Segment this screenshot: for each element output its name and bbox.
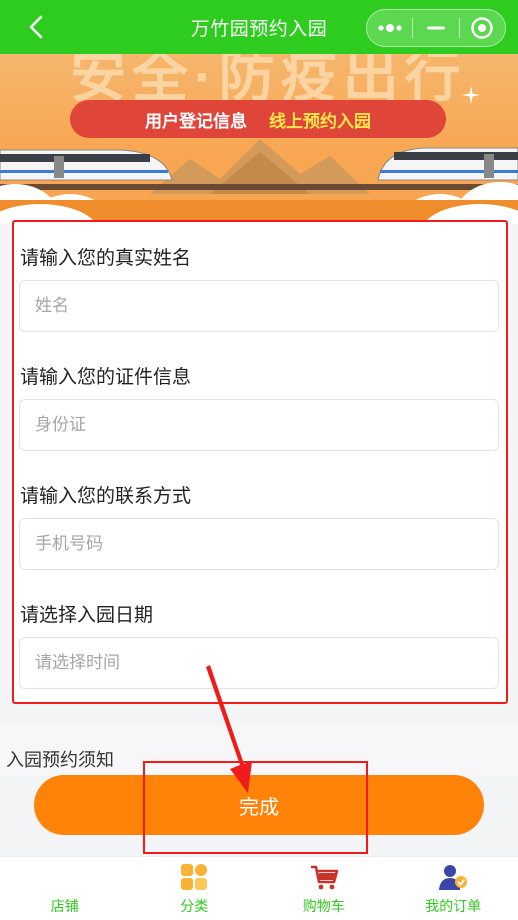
name-label: 请输入您的真实姓名 (20, 248, 192, 269)
tab-label: 我的订单 (425, 898, 482, 914)
close-mini-program-button[interactable] (460, 10, 505, 46)
tab-shop[interactable]: 店铺 (0, 857, 130, 920)
phone-input[interactable] (19, 518, 499, 570)
tab-category[interactable]: 分类 (130, 857, 260, 920)
train-left-illustration (0, 149, 173, 181)
tab-label: 购物车 (302, 898, 345, 914)
hero-banner: 安全·防疫出行 用户登记信息 线上预约入园 (0, 54, 518, 224)
navigation-bar: 万竹园预约入园 (0, 0, 518, 54)
more-menu-button[interactable] (367, 10, 412, 46)
phone-label: 请输入您的联系方式 (20, 486, 192, 507)
tab-label: 分类 (180, 898, 209, 914)
orders-icon (439, 865, 468, 890)
mini-program-capsule (366, 9, 506, 47)
more-dots-icon (378, 24, 402, 32)
category-icon (181, 864, 208, 890)
date-label: 请选择入园日期 (20, 605, 154, 626)
notice-title: 入园预约须知 (6, 750, 114, 770)
id-number-input[interactable] (19, 399, 499, 451)
tab-label: 店铺 (50, 898, 79, 914)
registration-form: 请输入您的真实姓名 请输入您的证件信息 请输入您的联系方式 请选择入园日期 (12, 220, 508, 702)
pill-text-register: 用户登记信息 (145, 111, 247, 131)
target-close-icon (471, 17, 494, 39)
rail-track (0, 184, 518, 190)
minus-icon (426, 26, 445, 30)
sparkle-icon (462, 86, 480, 104)
annotation-arrow-icon (206, 665, 252, 793)
bottom-tab-bar: 店铺 分类 购物车 我的订单 (0, 856, 518, 920)
id-label: 请输入您的证件信息 (20, 367, 192, 388)
minimize-button[interactable] (413, 10, 458, 46)
banner-pill: 用户登记信息 线上预约入园 (70, 100, 446, 138)
tab-orders[interactable]: 我的订单 (389, 857, 518, 920)
name-input[interactable] (19, 280, 499, 332)
tab-cart[interactable]: 购物车 (259, 857, 389, 920)
back-arrow-icon[interactable] (24, 14, 50, 40)
cart-icon (310, 865, 339, 890)
page-title: 万竹园预约入园 (190, 18, 328, 40)
pill-text-reserve: 线上预约入园 (269, 111, 371, 131)
